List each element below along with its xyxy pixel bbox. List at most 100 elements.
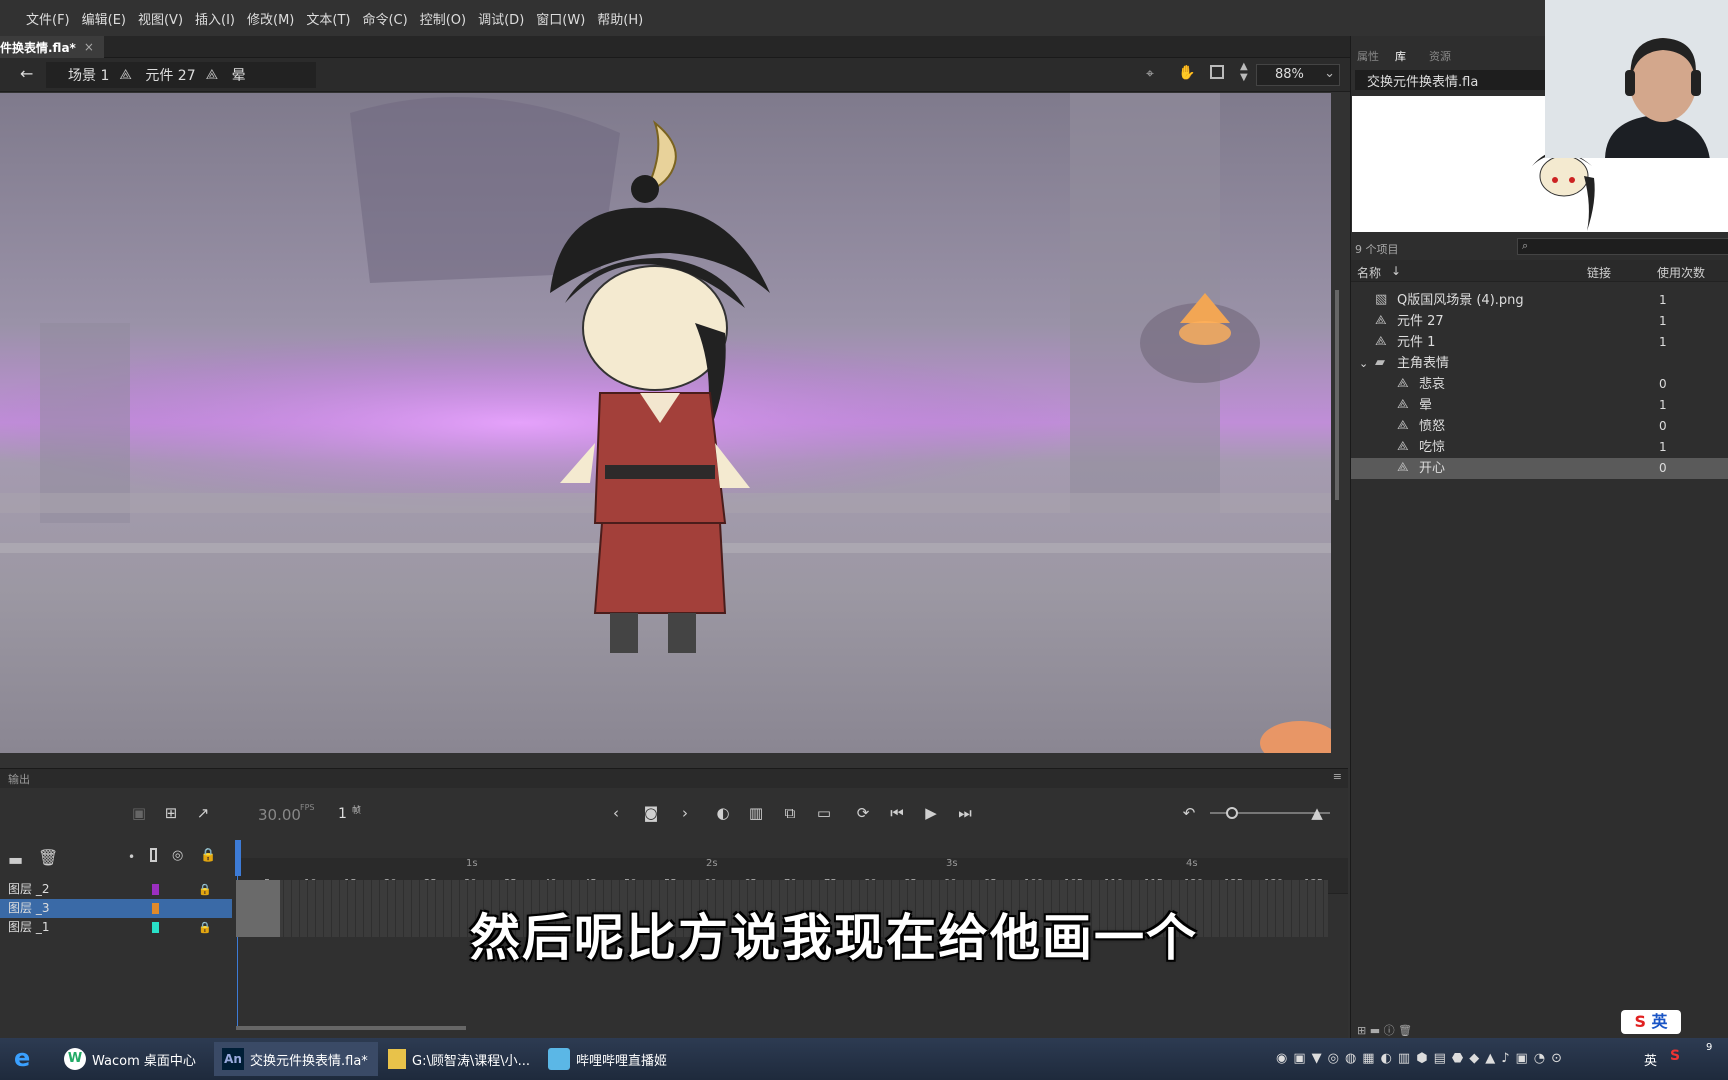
play-icon[interactable]: ▶ (920, 802, 942, 824)
layer-row-selected[interactable]: 图层 _3 (0, 899, 232, 918)
trash-icon[interactable]: 🗑 (38, 848, 58, 867)
taskbar-item-label: G:\顾智涛\课程\小... (412, 1053, 530, 1069)
layer-row[interactable]: 图层 _1 🔒 (0, 918, 232, 937)
breadcrumb-symbol-dizzy[interactable]: 晕 (232, 65, 246, 85)
keyframe-span[interactable] (236, 880, 280, 937)
motion-editor-icon[interactable]: ↗ (192, 802, 214, 824)
taskbar-item-animate[interactable]: An 交换元件换表情.fla* (214, 1042, 378, 1076)
new-folder-icon[interactable]: ▬ (1370, 1024, 1380, 1037)
column-name[interactable]: 名称 (1357, 264, 1381, 281)
timeline-scrollbar[interactable] (236, 1026, 466, 1030)
layer-row[interactable]: 图层 _2 🔒 (0, 880, 232, 899)
step-forward-icon[interactable]: ⏭ (954, 802, 976, 824)
mountain-zoom-icon[interactable]: ▲ (1306, 802, 1328, 824)
back-button[interactable]: ← (20, 64, 33, 83)
layer-color-swatch[interactable] (152, 903, 159, 914)
center-stage-icon[interactable]: ⌖ (1146, 66, 1154, 82)
stage-canvas[interactable] (0, 93, 1331, 753)
library-item[interactable]: ⟁ 愤怒 0 (1351, 416, 1728, 437)
clock[interactable]: 9 (1706, 1042, 1712, 1053)
menu-debug[interactable]: 调试(D) (472, 9, 530, 28)
zoom-stepper-icon[interactable]: ▲ ▼ (1240, 61, 1248, 83)
outline-icon[interactable] (150, 848, 157, 862)
next-keyframe-icon[interactable]: › (674, 802, 696, 824)
menu-commands[interactable]: 命令(C) (356, 9, 413, 28)
lock-icon[interactable]: 🔒 (198, 880, 212, 899)
webcam-overlay (1545, 0, 1728, 158)
panel-menu-icon[interactable]: ≡ (1333, 770, 1342, 783)
clip-stage-icon[interactable] (1210, 65, 1224, 79)
eye-hide-icon[interactable]: ◎ (172, 848, 183, 863)
ime-indicator[interactable]: S 英 (1621, 1010, 1681, 1034)
camera-icon[interactable]: ▣ (128, 802, 150, 824)
previous-keyframe-icon[interactable]: ‹ (605, 802, 627, 824)
library-item[interactable]: ▧ Q版国风场景 (4).png 1 (1351, 290, 1728, 311)
frame-track[interactable] (236, 880, 1328, 899)
loop-icon[interactable]: ⟳ (852, 802, 874, 824)
symbol-icon: ⟁ (1375, 313, 1387, 328)
hand-tool-icon[interactable]: ✋ (1178, 65, 1195, 81)
column-uses[interactable]: 使用次数 (1657, 264, 1705, 281)
trash-icon[interactable]: 🗑 (1398, 1024, 1412, 1037)
lock-icon[interactable]: 🔒 (200, 848, 216, 863)
slider-handle[interactable] (1226, 807, 1238, 819)
undo-icon[interactable]: ↶ (1178, 802, 1200, 824)
library-folder[interactable]: ⌄ ▰ 主角表情 (1351, 353, 1728, 374)
windows-taskbar: e W Wacom 桌面中心 An 交换元件换表情.fla* G:\顾智涛\课程… (0, 1038, 1728, 1080)
fps-value[interactable]: 30.00 (258, 806, 301, 824)
menu-window[interactable]: 窗口(W) (530, 9, 591, 28)
document-tab[interactable]: 件换表情.fla* × (0, 36, 104, 58)
library-item[interactable]: ⟁ 吃惊 1 (1351, 437, 1728, 458)
insert-keyframe-icon[interactable]: ◙ (640, 802, 662, 824)
close-tab-icon[interactable]: × (84, 40, 94, 54)
tab-library[interactable]: 库 (1395, 48, 1406, 64)
library-item[interactable]: ⟁ 元件 1 1 (1351, 332, 1728, 353)
menu-file[interactable]: 文件(F) (20, 9, 76, 28)
tab-properties[interactable]: 属性 (1357, 48, 1379, 64)
menu-view[interactable]: 视图(V) (132, 9, 189, 28)
create-tween-icon[interactable]: ⧉ (779, 802, 801, 824)
chevron-down-icon[interactable]: ⌄ (1359, 353, 1368, 374)
library-item[interactable]: ⟁ 元件 27 1 (1351, 311, 1728, 332)
onion-skin-icon[interactable]: ◐ (712, 802, 734, 824)
playhead[interactable] (235, 840, 241, 876)
menu-control[interactable]: 控制(O) (414, 9, 472, 28)
menu-text[interactable]: 文本(T) (300, 9, 356, 28)
menu-modify[interactable]: 修改(M) (241, 9, 300, 28)
taskbar-item-explorer[interactable]: G:\顾智涛\课程\小... (380, 1042, 536, 1076)
system-tray[interactable]: ◉▣▼◎◍▦◐▥⬢▤⬣◆▲♪▣◔⊙ (1276, 1051, 1636, 1069)
document-tab-title: 件换表情.fla* (0, 40, 76, 55)
zoom-select[interactable]: 88% ⌄ (1256, 64, 1340, 86)
layer-depth-icon[interactable]: ⊞ (160, 802, 182, 824)
taskbar-item-wacom[interactable]: W Wacom 桌面中心 (56, 1042, 206, 1076)
layer-color-swatch[interactable] (152, 922, 159, 933)
insert-frame-icon[interactable]: ▭ (813, 802, 835, 824)
edit-multiple-frames-icon[interactable]: ▥ (745, 802, 767, 824)
current-frame[interactable]: 1 (338, 806, 347, 822)
animate-icon: An (222, 1048, 244, 1070)
layer-color-swatch[interactable] (152, 884, 159, 895)
properties-icon[interactable]: ⓘ (1384, 1024, 1395, 1037)
new-symbol-icon[interactable]: ⊞ (1357, 1024, 1366, 1037)
internet-explorer-icon[interactable]: e (14, 1044, 30, 1072)
library-item[interactable]: ⟁ 晕 1 (1351, 395, 1728, 416)
menu-edit[interactable]: 编辑(E) (76, 9, 132, 28)
lock-icon[interactable]: 🔒 (198, 918, 212, 937)
stage-vertical-scrollbar[interactable] (1335, 290, 1339, 500)
library-item[interactable]: ⟁ 悲哀 0 (1351, 374, 1728, 395)
new-folder-icon[interactable]: ▬ (8, 850, 23, 869)
tray-ime-mode[interactable]: 英 (1644, 1050, 1657, 1069)
library-search-input[interactable]: ⌕ (1517, 238, 1728, 255)
menu-insert[interactable]: 插入(I) (189, 9, 241, 28)
breadcrumb-symbol-27[interactable]: 元件 27 (145, 65, 195, 85)
taskbar-item-bilibili[interactable]: 哔哩哔哩直播姬 (540, 1042, 690, 1076)
tab-assets[interactable]: 资源 (1429, 48, 1451, 64)
step-back-icon[interactable]: ⏮ (886, 802, 908, 824)
menu-help[interactable]: 帮助(H) (591, 9, 649, 28)
breadcrumb-scene[interactable]: 场景 1 (68, 65, 109, 85)
symbol-icon: ⟁ (119, 67, 132, 83)
sogou-tray-icon[interactable]: S (1670, 1048, 1680, 1064)
highlight-dot-icon[interactable]: • (128, 850, 135, 864)
column-link[interactable]: 链接 (1587, 264, 1611, 281)
library-item-selected[interactable]: ⟁ 开心 0 (1351, 458, 1728, 479)
